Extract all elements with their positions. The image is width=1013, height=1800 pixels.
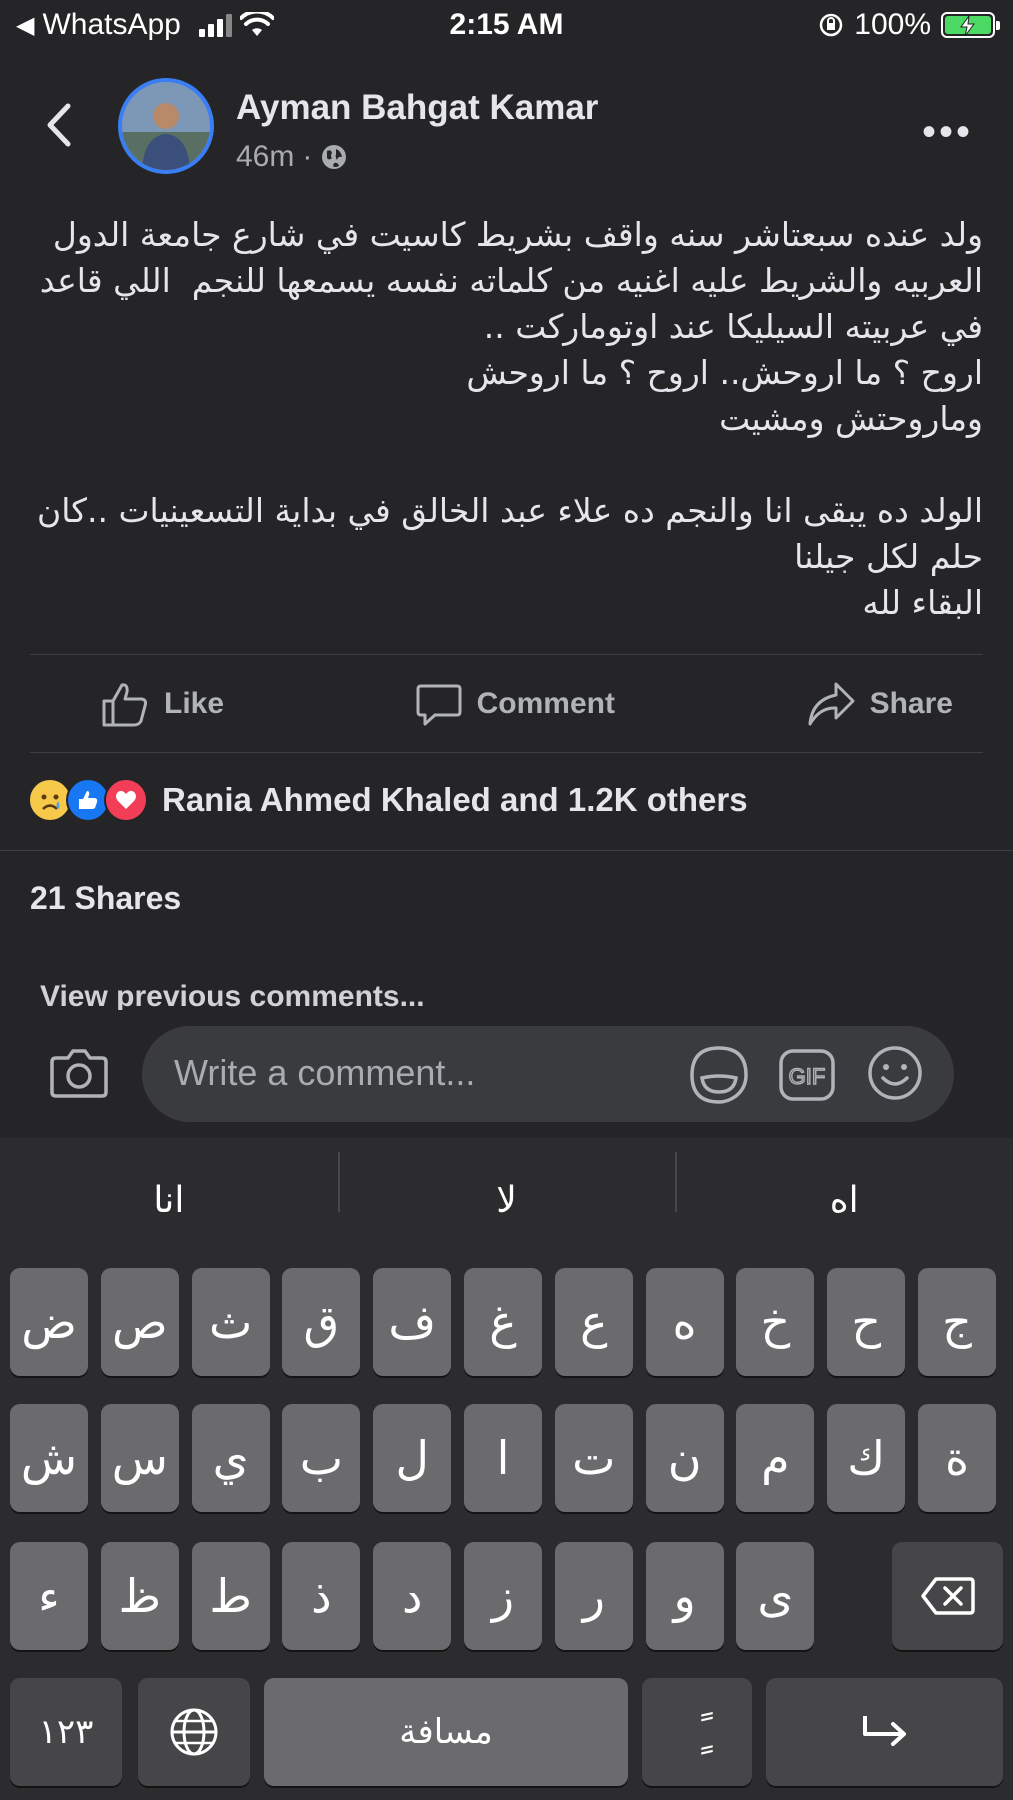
orientation-lock-icon <box>820 13 843 37</box>
key-3-6[interactable]: ز <box>464 1542 542 1650</box>
shares-count[interactable]: 21 Shares <box>30 880 181 917</box>
key-3-5[interactable]: د <box>373 1542 452 1650</box>
share-arrow-icon <box>808 682 855 726</box>
key-2-4[interactable]: ب <box>282 1404 361 1512</box>
suggestion-2[interactable]: لا <box>337 1151 676 1221</box>
divider <box>30 752 983 753</box>
key-2-2[interactable]: س <box>100 1404 179 1512</box>
like-label: Like <box>164 687 225 720</box>
comment-placeholder: Write a comment... <box>174 1052 476 1093</box>
sticker-icon[interactable] <box>688 1044 750 1106</box>
key-3-9[interactable]: ى <box>736 1542 815 1650</box>
back-chevron-icon[interactable] <box>40 100 80 150</box>
author-avatar[interactable] <box>118 78 214 174</box>
divider <box>30 654 983 655</box>
globe-keyboard-icon <box>170 1708 218 1756</box>
share-button[interactable]: Share <box>736 680 983 728</box>
key-1-3[interactable]: ث <box>191 1268 270 1376</box>
suggestion-bar: انا لا اه <box>0 1138 1013 1262</box>
key-2-3[interactable]: ي <box>191 1404 270 1512</box>
return-arrow-icon <box>862 1716 906 1746</box>
key-1-1[interactable]: ض <box>10 1268 88 1376</box>
return-key[interactable] <box>766 1678 1003 1786</box>
suggestion-1[interactable]: انا <box>0 1180 338 1221</box>
diacritic-key[interactable]: ًٍ <box>642 1678 752 1786</box>
svg-text:GIF: GIF <box>789 1064 826 1089</box>
key-2-6[interactable]: ا <box>464 1404 542 1512</box>
comment-label: Comment <box>476 687 615 720</box>
key-2-11[interactable]: ة <box>918 1404 996 1512</box>
key-1-11[interactable]: ج <box>918 1268 996 1376</box>
keyboard: انا لا اه ضصثقفغعهخحجشسيبلاتنمكةءظطذدزرو… <box>0 1138 1013 1800</box>
more-options-icon[interactable]: ••• <box>922 110 973 155</box>
key-3-1[interactable]: ء <box>10 1542 88 1650</box>
key-3-4[interactable]: ذ <box>282 1542 361 1650</box>
post-time[interactable]: 46m <box>236 140 294 174</box>
key-3-3[interactable]: ط <box>191 1542 270 1650</box>
key-3-7[interactable]: ر <box>554 1542 633 1650</box>
key-2-8[interactable]: ن <box>645 1404 724 1512</box>
reactions-text: Rania Ahmed Khaled and 1.2K others <box>162 781 748 818</box>
reactions-summary[interactable]: Rania Ahmed Khaled and 1.2K others <box>28 778 748 822</box>
key-1-2[interactable]: ص <box>100 1268 179 1376</box>
divider <box>0 850 1013 851</box>
key-3-8[interactable]: و <box>645 1542 724 1650</box>
key-3-2[interactable]: ظ <box>100 1542 179 1650</box>
comment-button[interactable]: Comment <box>345 680 685 728</box>
backspace-icon <box>920 1577 975 1615</box>
key-2-10[interactable]: ك <box>827 1404 906 1512</box>
status-bar: ◀ WhatsApp 2:15 AM 100% <box>0 0 1013 52</box>
comment-bubble-icon <box>416 684 462 726</box>
post-actions: Like Comment Share <box>30 656 983 752</box>
camera-icon[interactable] <box>48 1042 110 1104</box>
key-1-10[interactable]: ح <box>827 1268 906 1376</box>
space-key[interactable]: مسافة <box>264 1678 628 1786</box>
author-name[interactable]: Ayman Bahgat Kamar <box>236 88 598 128</box>
key-1-7[interactable]: ع <box>554 1268 633 1376</box>
post-text: ولد عنده سبعتاشر سنه واقف بشريط كاسيت في… <box>37 215 983 622</box>
key-1-8[interactable]: ه <box>645 1268 724 1376</box>
battery-icon <box>941 12 1000 38</box>
backspace-key[interactable] <box>892 1542 1003 1650</box>
share-label: Share <box>869 687 953 720</box>
key-1-4[interactable]: ق <box>282 1268 361 1376</box>
globe-icon <box>322 145 347 169</box>
key-2-9[interactable]: م <box>736 1404 815 1512</box>
like-button[interactable]: Like <box>30 679 294 729</box>
key-2-1[interactable]: ش <box>10 1404 88 1512</box>
key-1-5[interactable]: ف <box>373 1268 452 1376</box>
key-2-5[interactable]: ل <box>373 1404 452 1512</box>
gif-icon[interactable]: GIF <box>778 1048 836 1102</box>
post-meta: 46m · <box>236 140 348 174</box>
numbers-key[interactable]: ١٢٣ <box>10 1678 122 1786</box>
key-1-6[interactable]: غ <box>464 1268 542 1376</box>
view-previous-comments-link[interactable]: View previous comments... <box>40 980 425 1010</box>
emoji-icon[interactable] <box>866 1044 924 1102</box>
thumbs-up-icon <box>102 683 148 727</box>
suggestion-3[interactable]: اه <box>675 1151 1013 1221</box>
key-1-9[interactable]: خ <box>736 1268 815 1376</box>
globe-key[interactable] <box>138 1678 250 1786</box>
battery-percent: 100% <box>854 8 931 41</box>
love-reaction-icon <box>104 778 148 822</box>
key-2-7[interactable]: ت <box>554 1404 633 1512</box>
